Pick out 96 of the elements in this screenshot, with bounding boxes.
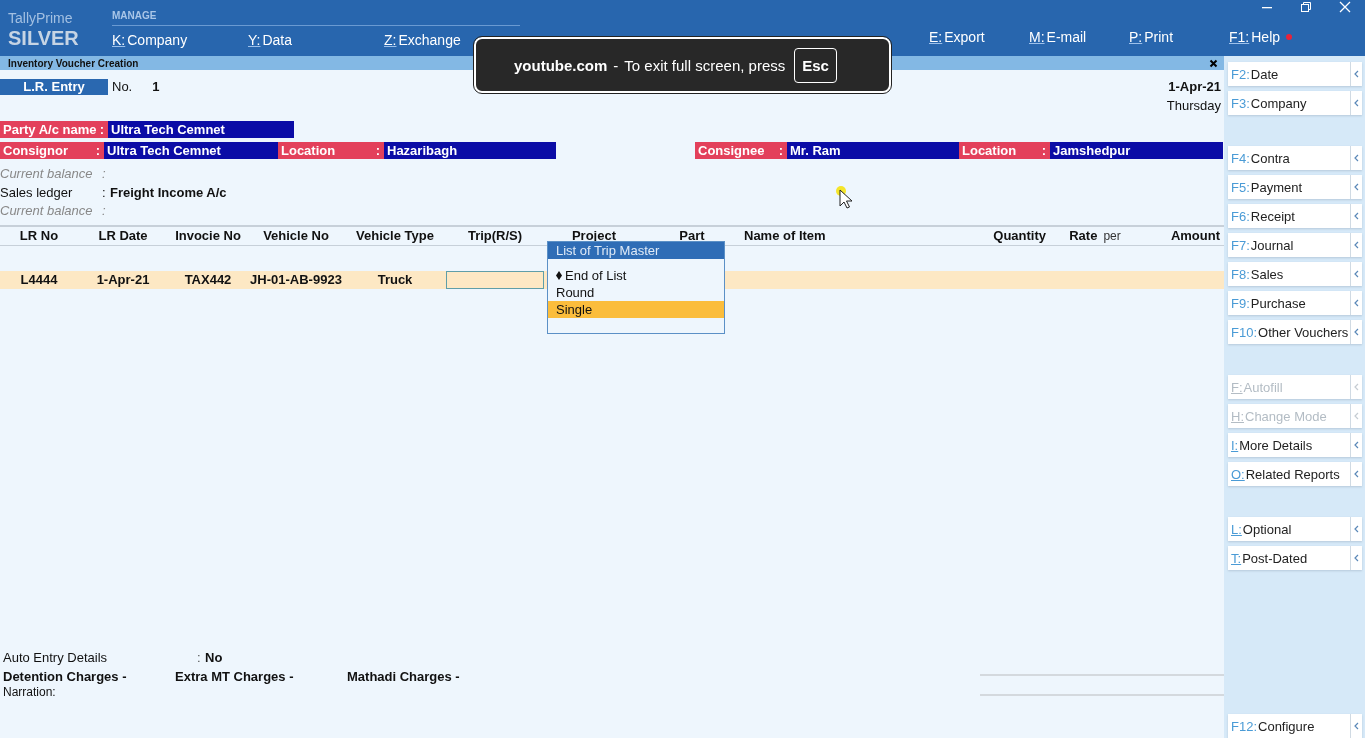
chevron-left-icon [1354, 554, 1359, 562]
side-button[interactable]: F12:Configure [1228, 714, 1362, 738]
field-value[interactable]: Jamshedpur [1050, 142, 1223, 159]
edition-label: SILVER [8, 27, 80, 50]
field-label: Consignor : [0, 142, 104, 159]
unit-label: per [1103, 228, 1121, 243]
table-cell-text: Truck [376, 270, 414, 289]
chevron-left-icon [1354, 241, 1359, 249]
column-header: Name of Item [743, 226, 827, 245]
list-item[interactable]: End of List [548, 267, 724, 284]
colon-label: : [102, 165, 107, 183]
chevron-left-icon [1354, 383, 1359, 391]
column-header: Rate [1069, 227, 1098, 243]
side-button[interactable]: F5:Payment [1228, 175, 1362, 199]
menu-item[interactable]: Y:Data [248, 32, 293, 48]
colon-label: : [197, 650, 202, 665]
colon-label: : [102, 183, 107, 202]
menu-item[interactable]: P:Print [1129, 29, 1229, 45]
table-cell-text: 1-Apr-21 [95, 270, 151, 289]
field-label: Party A/c name : [0, 121, 108, 138]
chevron-left-icon [1354, 441, 1359, 449]
number-label: No. [112, 79, 133, 95]
voucher-date: 1-Apr-21 [1168, 79, 1221, 96]
field-value[interactable]: Ultra Tech Cemnet [104, 142, 278, 159]
table-cell-text: L4444 [19, 270, 59, 289]
column-header: Quantity [992, 226, 1047, 245]
side-button[interactable]: F4:Contra [1228, 146, 1362, 170]
info-value: Freight Income A/c [110, 183, 227, 202]
column-header: Part [678, 226, 706, 245]
info-label: Current balance [0, 165, 94, 183]
menu-item[interactable]: K:Company [112, 32, 188, 48]
column-header: Project [570, 226, 618, 245]
chevron-left-icon [1354, 299, 1359, 307]
menu-item[interactable]: E:Export [929, 29, 1029, 45]
chevron-left-icon [1354, 525, 1359, 533]
field-value[interactable]: Ultra Tech Cemnet [108, 121, 294, 138]
column-header: LR Date [97, 226, 149, 245]
dropdown-title: List of Trip Master [548, 242, 724, 259]
column-header: Vehicle Type [355, 226, 435, 245]
menu-item[interactable]: F1:Help [1229, 29, 1329, 45]
side-button[interactable]: F3:Company [1228, 91, 1362, 115]
column-header: Trip(R/S) [466, 226, 524, 245]
field-label: Consignee : [695, 142, 787, 159]
chevron-left-icon [1354, 183, 1359, 191]
list-item[interactable]: Single [548, 301, 724, 318]
charge-label: Detention Charges - [3, 668, 128, 684]
field-value[interactable]: Hazaribagh [384, 142, 556, 159]
column-header: Invocie No [174, 226, 242, 245]
chevron-left-icon [1354, 412, 1359, 420]
side-button[interactable]: I:More Details [1228, 433, 1362, 457]
menu-item[interactable]: M:E-mail [1029, 29, 1129, 45]
diamond-icon [556, 271, 562, 280]
voucher-number: 1 [152, 79, 160, 95]
product-name: TallyPrime [8, 10, 74, 26]
voucher-type: L.R. Entry [0, 79, 108, 95]
charge-label: Extra MT Charges - [175, 668, 295, 684]
column-header: Amount [1169, 226, 1221, 245]
chevron-left-icon [1354, 99, 1359, 107]
side-button[interactable]: F7:Journal [1228, 233, 1362, 257]
side-button[interactable]: F10:Other Vouchers [1228, 320, 1362, 344]
field-value: No [205, 650, 223, 665]
chevron-left-icon [1354, 154, 1359, 162]
chevron-left-icon [1354, 70, 1359, 78]
chevron-left-icon [1354, 328, 1359, 336]
menu-heading: MANAGE [112, 10, 520, 26]
side-button[interactable]: F8:Sales [1228, 262, 1362, 286]
menu-item[interactable]: Z:Exchange [384, 32, 461, 48]
info-label: Sales ledger [0, 183, 74, 202]
field-value[interactable]: Mr. Ram [787, 142, 959, 159]
side-button[interactable]: F9:Purchase [1228, 291, 1362, 315]
field-label: Auto Entry Details [3, 650, 109, 665]
info-label: Current balance [0, 202, 94, 220]
side-button[interactable]: F2:Date [1228, 62, 1362, 86]
side-button[interactable]: O:Related Reports [1228, 462, 1362, 486]
chevron-left-icon [1354, 212, 1359, 220]
restore-icon[interactable] [1300, 1, 1312, 13]
table-cell-text: JH-01-AB-9923 [249, 270, 343, 289]
side-button[interactable]: L:Optional [1228, 517, 1362, 541]
charge-label: Mathadi Charges - [347, 668, 461, 684]
column-header: LR No [18, 226, 60, 245]
column-header: Vehicle No [262, 226, 330, 245]
narration-label: Narration: [3, 685, 57, 701]
cursor-icon [834, 184, 853, 209]
close-icon[interactable] [1209, 58, 1218, 68]
input-field[interactable] [446, 270, 544, 289]
field-label: Location : [959, 142, 1050, 159]
chevron-left-icon [1354, 722, 1359, 730]
key-hint: Esc [794, 47, 837, 83]
chevron-left-icon [1354, 270, 1359, 278]
side-button[interactable]: F6:Receipt [1228, 204, 1362, 228]
chevron-left-icon [1354, 470, 1359, 478]
colon-label: : [102, 202, 107, 220]
field-label: Location : [278, 142, 384, 159]
table-cell-text: TAX442 [183, 270, 233, 289]
side-button[interactable]: T:Post-Dated [1228, 546, 1362, 570]
day-label: Thursday [1166, 98, 1221, 113]
